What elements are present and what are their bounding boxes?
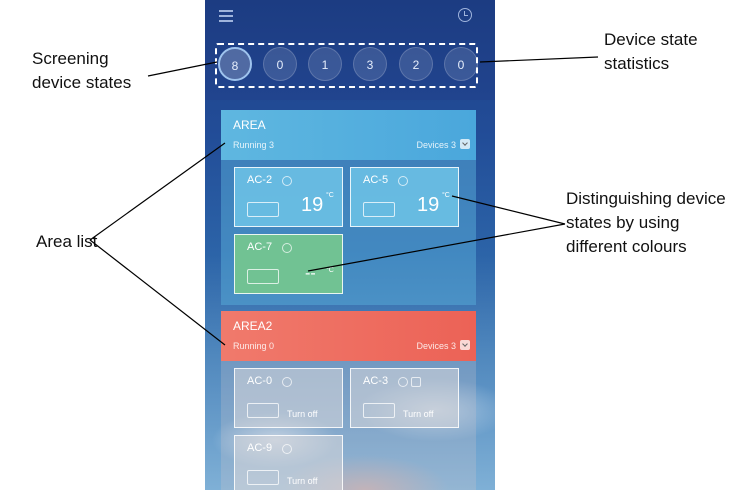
fan-icon bbox=[282, 444, 292, 454]
lock-icon bbox=[411, 377, 421, 387]
clock-icon[interactable] bbox=[458, 8, 472, 22]
area-device-count: Devices 3 bbox=[416, 341, 456, 351]
area-name: AREA bbox=[233, 118, 266, 132]
fan-icon bbox=[398, 176, 408, 186]
area-header-area2[interactable]: AREA2 Running 0 Devices 3 bbox=[221, 311, 476, 361]
ac-unit-icon bbox=[363, 403, 395, 418]
ac-unit-icon bbox=[247, 269, 279, 284]
device-card-ac-9[interactable]: AC-9 Turn off bbox=[234, 435, 343, 490]
device-name: AC-7 bbox=[247, 241, 273, 253]
area-name: AREA2 bbox=[233, 319, 273, 333]
device-name: AC-3 bbox=[363, 375, 389, 387]
device-name: AC-0 bbox=[247, 375, 273, 387]
callout-screening: Screening device states bbox=[32, 49, 132, 92]
ac-unit-icon bbox=[247, 470, 279, 485]
area-running-count: Running 3 bbox=[233, 140, 275, 150]
menu-icon[interactable] bbox=[219, 10, 233, 22]
device-state: Turn off bbox=[287, 409, 318, 419]
area-device-count: Devices 3 bbox=[416, 140, 456, 150]
device-name: AC-5 bbox=[363, 174, 389, 186]
device-state: Turn off bbox=[287, 476, 318, 486]
fan-icon bbox=[282, 377, 292, 387]
temperature-unit: °C bbox=[326, 267, 334, 274]
device-temperature: 19 bbox=[301, 194, 324, 216]
chevron-down-icon[interactable] bbox=[460, 139, 470, 149]
fan-icon bbox=[282, 243, 292, 253]
ac-unit-icon bbox=[247, 403, 279, 418]
device-name: AC-2 bbox=[247, 174, 273, 186]
statistics-highlight-box bbox=[215, 43, 478, 88]
callout-colours: Distinguishing device states by using di… bbox=[566, 189, 726, 256]
device-card-ac-3[interactable]: AC-3 Turn off bbox=[350, 368, 459, 428]
chevron-down-icon[interactable] bbox=[460, 340, 470, 350]
ac-unit-icon bbox=[247, 202, 279, 217]
area-running-count: Running 0 bbox=[233, 341, 275, 351]
fan-icon bbox=[398, 377, 408, 387]
temperature-unit: °C bbox=[326, 192, 334, 199]
device-temperature: -- bbox=[305, 265, 316, 282]
callout-area-list: Area list bbox=[36, 232, 98, 251]
device-card-ac-2[interactable]: AC-2 19 °C bbox=[234, 167, 343, 227]
device-card-ac-7[interactable]: AC-7 -- °C bbox=[234, 234, 343, 294]
device-card-ac-0[interactable]: AC-0 Turn off bbox=[234, 368, 343, 428]
callout-statistics: Device state statistics bbox=[604, 30, 698, 73]
device-card-ac-5[interactable]: AC-5 19 °C bbox=[350, 167, 459, 227]
area-header-area[interactable]: AREA Running 3 Devices 3 bbox=[221, 110, 476, 160]
device-state: Turn off bbox=[403, 409, 434, 419]
temperature-unit: °C bbox=[442, 192, 450, 199]
fan-icon bbox=[282, 176, 292, 186]
device-name: AC-9 bbox=[247, 442, 273, 454]
ac-unit-icon bbox=[363, 202, 395, 217]
device-temperature: 19 bbox=[417, 194, 440, 216]
leader-statistics bbox=[479, 56, 599, 63]
